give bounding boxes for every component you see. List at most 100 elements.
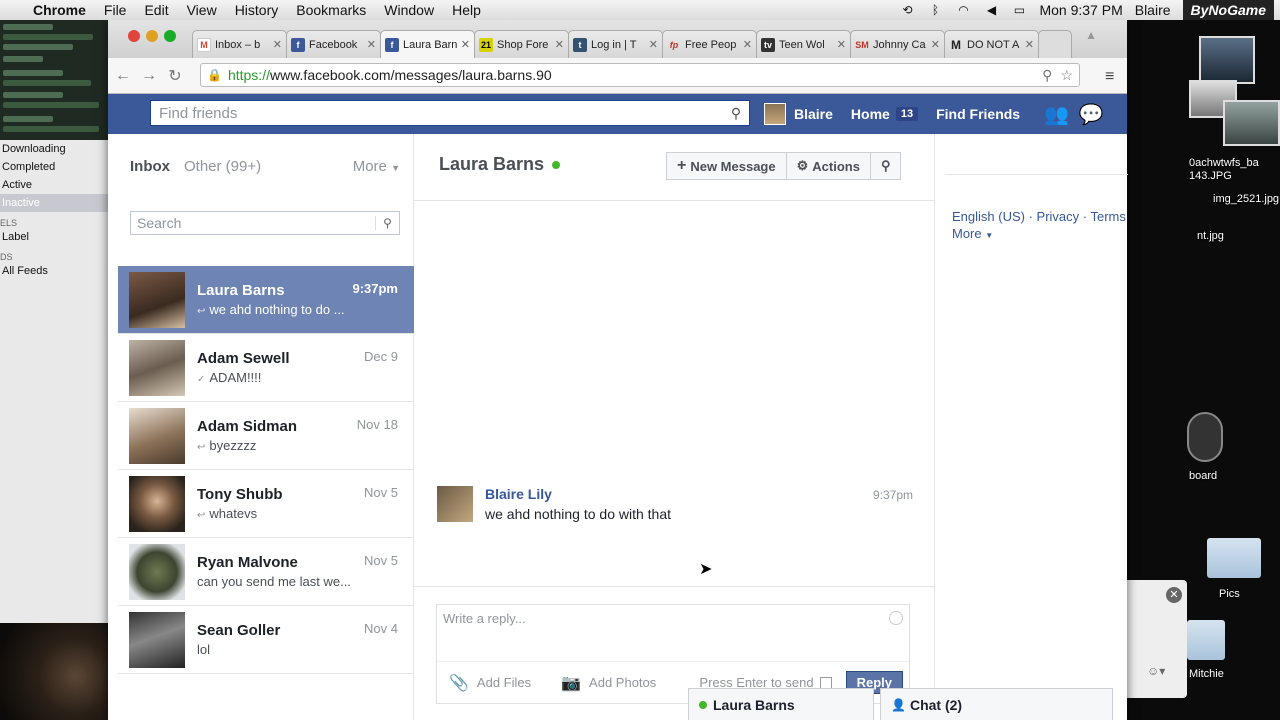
chat-tab-laura-barns[interactable]: Laura Barns	[688, 688, 874, 720]
profile-icon[interactable]: ▲	[1085, 28, 1097, 42]
tab-do-not[interactable]: M DO NOT A ✕	[944, 30, 1039, 58]
menu-view[interactable]: View	[178, 2, 226, 18]
close-tab-icon[interactable]: ✕	[649, 38, 658, 51]
thread-item[interactable]: Sean Goller lol Nov 4	[118, 606, 414, 674]
add-photos-button[interactable]: 📷 Add Photos	[561, 673, 656, 693]
filter-completed[interactable]: Completed	[0, 158, 108, 176]
thread-item[interactable]: Adam Sidman ↩ byezzzz Nov 18	[118, 402, 414, 470]
close-tab-icon[interactable]: ✕	[743, 38, 752, 51]
thread-search-input[interactable]: Search ⚲	[130, 211, 400, 235]
thread-item[interactable]: Adam Sewell ✓ ADAM!!!! Dec 9	[118, 334, 414, 402]
more-link[interactable]: More	[952, 226, 982, 241]
avatar[interactable]	[764, 103, 786, 125]
desktop-folder-label[interactable]: Mitchie	[1189, 668, 1224, 680]
tab-inbox[interactable]: Inbox	[130, 158, 170, 175]
bluetooth-icon[interactable]: ᛒ	[927, 3, 943, 17]
message-author[interactable]: Blaire Lily	[485, 486, 671, 502]
desktop-file-label[interactable]: nt.jpg	[1197, 230, 1224, 242]
tab-laura-barns[interactable]: f Laura Barn ✕	[380, 30, 475, 58]
find-friends-link[interactable]: Find Friends	[936, 106, 1020, 122]
desktop-folder-label[interactable]: Pics	[1219, 588, 1240, 600]
desktop-app-icon[interactable]	[1187, 412, 1223, 462]
close-tab-icon[interactable]: ✕	[837, 38, 846, 51]
minimize-window-icon[interactable]	[146, 30, 158, 42]
close-tab-icon[interactable]: ✕	[461, 38, 470, 51]
wifi-icon[interactable]: ◠	[955, 3, 971, 17]
new-tab-button[interactable]	[1038, 30, 1072, 58]
search-icon[interactable]: ⚲	[375, 216, 399, 230]
add-files-button[interactable]: 📎 Add Files	[449, 673, 531, 693]
close-tab-icon[interactable]: ✕	[273, 38, 282, 51]
filter-all-feeds[interactable]: All Feeds	[0, 262, 108, 280]
menu-history[interactable]: History	[226, 2, 288, 18]
tab-johnny-ca[interactable]: SM Johnny Ca ✕	[850, 30, 945, 58]
menu-window[interactable]: Window	[375, 2, 443, 18]
tab-free-people[interactable]: fp Free Peop ✕	[662, 30, 757, 58]
pics-folder-icon[interactable]	[1207, 538, 1261, 578]
battery-icon[interactable]: ▭	[1011, 3, 1027, 17]
desktop-file-label[interactable]: img_2521.jpg	[1213, 193, 1279, 205]
search-icon[interactable]: ⚲	[723, 105, 749, 122]
menu-file[interactable]: File	[95, 2, 136, 18]
avatar[interactable]	[437, 486, 473, 522]
volume-icon[interactable]: ◀	[983, 3, 999, 17]
desktop-image-thumb[interactable]	[1223, 100, 1280, 146]
tab-other[interactable]: Other (99+)	[184, 158, 261, 175]
bookmark-star-icon[interactable]: ☆	[1060, 67, 1073, 84]
privacy-link[interactable]: Privacy	[1037, 209, 1080, 224]
profile-link[interactable]: Blaire	[794, 106, 833, 122]
zoom-icon[interactable]: ⚲	[1042, 67, 1052, 84]
reload-icon[interactable]: ↻	[164, 65, 186, 87]
menu-help[interactable]: Help	[443, 2, 490, 18]
terms-link[interactable]: Terms	[1090, 209, 1125, 224]
thread-item[interactable]: Ryan Malvone can you send me last we... N…	[118, 538, 414, 606]
tab-gmail-inbox[interactable]: M Inbox – b ✕	[192, 30, 287, 58]
close-tab-icon[interactable]: ✕	[555, 38, 564, 51]
filter-active[interactable]: Active	[0, 176, 108, 194]
close-icon[interactable]: ✕	[1166, 587, 1182, 603]
tab-tumblr-login[interactable]: t Log in | T ✕	[568, 30, 663, 58]
tab-shop-forever21[interactable]: 21 Shop Fore ✕	[474, 30, 569, 58]
chat-sidebar-tab[interactable]: 👤 Chat (2)	[880, 688, 1113, 720]
mitchie-folder-icon[interactable]	[1187, 620, 1225, 660]
actions-button[interactable]: ⚙ Actions	[787, 153, 871, 179]
chrome-menu-icon[interactable]: ≡	[1105, 68, 1121, 86]
facebook-header: Find friends ⚲ Blaire Home 13 Find Friend…	[108, 94, 1127, 134]
close-tab-icon[interactable]: ✕	[931, 38, 940, 51]
messages-icon[interactable]: 💬	[1079, 102, 1104, 127]
menu-app[interactable]: Chrome	[24, 2, 95, 18]
friend-requests-icon[interactable]: 👥	[1044, 102, 1069, 127]
menu-bookmarks[interactable]: Bookmarks	[287, 2, 375, 18]
desktop-file-label[interactable]: 0achwtwfs_ba 143.JPG	[1189, 157, 1280, 183]
language-link[interactable]: English (US)	[952, 209, 1025, 224]
tab-facebook[interactable]: f Facebook ✕	[286, 30, 381, 58]
menu-edit[interactable]: Edit	[135, 2, 177, 18]
filter-inactive[interactable]: Inactive	[0, 194, 108, 212]
emoji-icon[interactable]	[889, 611, 903, 625]
find-friends-search[interactable]: Find friends ⚲	[150, 100, 750, 126]
close-tab-icon[interactable]: ✕	[1025, 38, 1034, 51]
new-message-button[interactable]: + New Message	[667, 153, 787, 179]
emoji-icon[interactable]: ☺▾	[1147, 664, 1165, 678]
search-conversation-button[interactable]: ⚲	[871, 153, 901, 179]
desktop-image-thumb[interactable]	[1199, 36, 1255, 84]
forward-icon[interactable]: →	[138, 65, 160, 87]
menubar-user[interactable]: Blaire	[1135, 2, 1171, 18]
close-tab-icon[interactable]: ✕	[367, 38, 376, 51]
close-window-icon[interactable]	[128, 30, 140, 42]
address-bar[interactable]: 🔒 https:// www.facebook.com/messages/lau…	[200, 63, 1080, 87]
thread-item[interactable]: Tony Shubb ↩ whatevs Nov 5	[118, 470, 414, 538]
tab-teen-wolf[interactable]: tv Teen Wol ✕	[756, 30, 851, 58]
filter-downloading[interactable]: Downloading	[0, 140, 108, 158]
back-icon[interactable]: ←	[112, 65, 134, 87]
zoom-window-icon[interactable]	[164, 30, 176, 42]
reply-input[interactable]: Write a reply...	[443, 611, 526, 626]
menubar-clock[interactable]: Mon 9:37 PM	[1039, 2, 1122, 18]
thread-item[interactable]: Laura Barns ↩ we ahd nothing to do ... 9:3…	[118, 266, 414, 334]
press-enter-checkbox[interactable]	[819, 676, 832, 689]
home-link[interactable]: Home 13	[851, 106, 919, 122]
desktop-file-label[interactable]: board	[1189, 470, 1217, 482]
more-dropdown[interactable]: More ▼	[353, 158, 400, 175]
filter-label[interactable]: Label	[0, 228, 108, 246]
time-machine-icon[interactable]: ⟲	[899, 3, 915, 17]
